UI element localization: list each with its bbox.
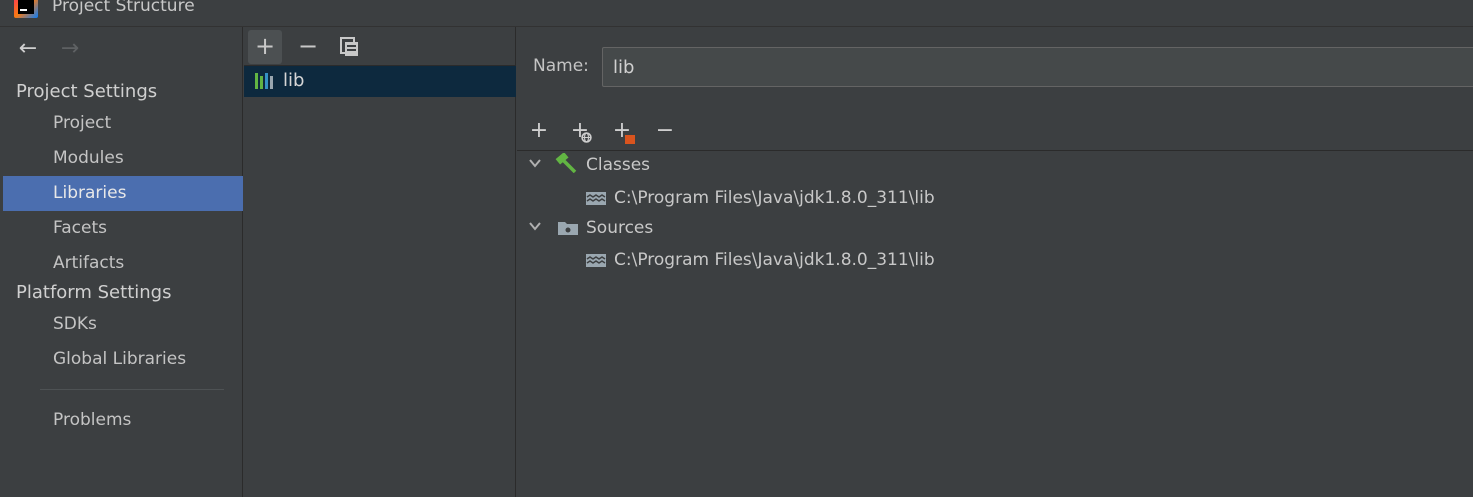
intellij-logo-icon xyxy=(14,0,38,18)
nav-item-facets[interactable]: Facets xyxy=(3,211,243,246)
copy-library-button[interactable] xyxy=(333,30,367,64)
library-list-panel: + − lib xyxy=(244,27,516,497)
project-settings-header: Project Settings xyxy=(16,81,158,102)
excluded-folder-icon xyxy=(625,135,635,144)
nav-item-artifacts[interactable]: Artifacts xyxy=(3,246,243,281)
sources-label: Sources xyxy=(586,218,654,238)
source-folder-icon xyxy=(558,222,578,235)
platform-settings-header: Platform Settings xyxy=(16,282,172,303)
nav-item-problems[interactable]: Problems xyxy=(3,403,243,438)
nav-item-project[interactable]: Project xyxy=(3,106,243,141)
classes-path-label: C:\Program Files\Java\jdk1.8.0_311\lib xyxy=(614,188,935,208)
library-icon xyxy=(255,73,273,89)
library-name: lib xyxy=(283,70,305,91)
name-label: Name: xyxy=(533,56,589,76)
hammer-icon xyxy=(555,153,577,173)
chevron-down-icon[interactable] xyxy=(528,156,542,170)
library-list-toolbar: + − xyxy=(244,27,516,65)
chevron-down-icon[interactable] xyxy=(528,219,542,233)
window-title: Project Structure xyxy=(52,0,195,16)
library-roots-toolbar: + + + − xyxy=(517,117,1473,147)
arrow-left-icon[interactable]: ← xyxy=(14,37,42,63)
arrow-right-icon[interactable]: → xyxy=(56,37,84,63)
jar-folder-icon xyxy=(586,254,606,267)
library-detail-panel: Name: + + + − Classes xyxy=(517,27,1473,497)
add-excluded-root-button[interactable]: + xyxy=(607,117,637,147)
library-name-field[interactable] xyxy=(602,47,1473,87)
nav-divider xyxy=(40,389,224,390)
nav-item-global-libraries[interactable]: Global Libraries xyxy=(3,342,243,377)
title-bar: Project Structure xyxy=(0,0,1473,27)
jar-folder-icon xyxy=(586,192,606,205)
classes-label: Classes xyxy=(586,155,651,175)
tree-node-sources[interactable]: Sources xyxy=(517,214,1473,244)
tree-node-classes-path[interactable]: C:\Program Files\Java\jdk1.8.0_311\lib xyxy=(517,184,1473,214)
tree-node-classes[interactable]: Classes xyxy=(517,151,1473,181)
sources-path-label: C:\Program Files\Java\jdk1.8.0_311\lib xyxy=(614,250,935,270)
tree-node-sources-path[interactable]: C:\Program Files\Java\jdk1.8.0_311\lib xyxy=(517,246,1473,276)
add-root-button[interactable]: + xyxy=(524,117,554,147)
nav-item-modules[interactable]: Modules xyxy=(3,141,243,176)
nav-item-libraries[interactable]: Libraries xyxy=(3,176,243,211)
remove-library-button[interactable]: − xyxy=(291,30,325,64)
settings-navigation: ← → Project Settings Project Modules Lib… xyxy=(0,27,243,497)
globe-icon xyxy=(581,132,592,143)
add-library-button[interactable]: + xyxy=(248,30,282,64)
copy-icon xyxy=(340,37,358,56)
add-url-root-button[interactable]: + xyxy=(565,117,595,147)
nav-item-sdks[interactable]: SDKs xyxy=(3,307,243,342)
library-list-item[interactable]: lib xyxy=(244,65,516,97)
remove-root-button[interactable]: − xyxy=(650,117,680,147)
